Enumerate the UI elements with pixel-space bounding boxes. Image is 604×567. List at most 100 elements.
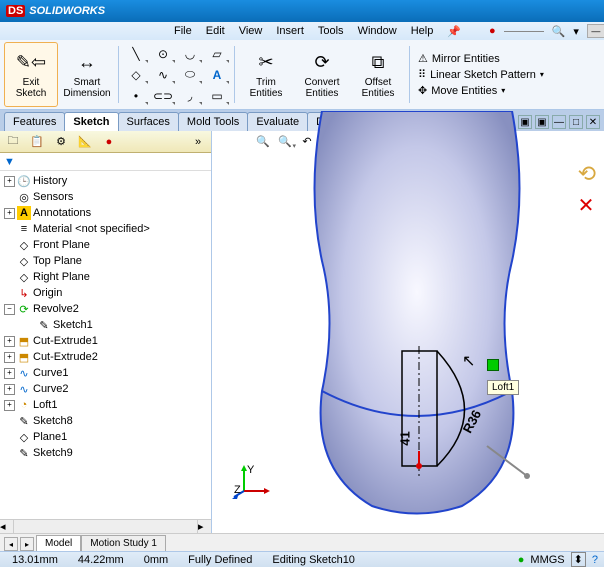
- dimxpert-manager-tab[interactable]: 📐: [74, 133, 96, 151]
- expand-icon[interactable]: +: [4, 400, 15, 411]
- polygon-tool[interactable]: ◇: [123, 65, 149, 85]
- expand-icon[interactable]: +: [4, 176, 15, 187]
- point-tool[interactable]: •: [123, 86, 149, 106]
- tab-scroll-right[interactable]: ▸: [20, 537, 34, 551]
- tab-scroll-left[interactable]: ◂: [4, 537, 18, 551]
- tree-curve2[interactable]: Curve2: [33, 383, 68, 395]
- tree-origin[interactable]: Origin: [33, 287, 62, 299]
- tree-annotations[interactable]: Annotations: [33, 207, 91, 219]
- tree-history[interactable]: History: [33, 175, 67, 187]
- menu-view[interactable]: View: [233, 25, 269, 37]
- tree-cut-extrude2[interactable]: Cut-Extrude2: [33, 351, 98, 363]
- feature-manager-tab[interactable]: 🗀: [2, 133, 24, 151]
- tab-motion-study[interactable]: Motion Study 1: [81, 535, 166, 551]
- fillet-tool[interactable]: ◞: [177, 86, 203, 106]
- ellipse-tool[interactable]: ⬭: [177, 65, 203, 85]
- tree-curve1[interactable]: Curve1: [33, 367, 68, 379]
- cursor-icon: ↖: [462, 351, 475, 371]
- line-tool[interactable]: ╲: [123, 44, 149, 64]
- dock-btn-4[interactable]: □: [569, 115, 583, 129]
- close-manipulator-icon[interactable]: ✕: [578, 193, 596, 218]
- search-icon: 🔍: [546, 25, 572, 38]
- rebuild-icon[interactable]: ●: [518, 554, 525, 566]
- expand-icon[interactable]: +: [4, 368, 15, 379]
- exit-sketch-button[interactable]: ✎⇦ Exit Sketch: [4, 42, 58, 107]
- tooltip-loft: Loft1: [487, 380, 519, 395]
- property-manager-tab[interactable]: 📋: [26, 133, 48, 151]
- tree-plane1[interactable]: Plane1: [33, 431, 67, 443]
- expand-icon[interactable]: +: [4, 352, 15, 363]
- tree-sketch8[interactable]: Sketch8: [33, 415, 73, 427]
- tree-top-plane[interactable]: Top Plane: [33, 255, 82, 267]
- offset-icon: ⧉: [366, 51, 390, 75]
- tree-sketch1[interactable]: Sketch1: [53, 319, 93, 331]
- tree-sensors[interactable]: Sensors: [33, 191, 73, 203]
- dim-height[interactable]: 41: [398, 431, 413, 445]
- dock-btn-3[interactable]: —: [552, 115, 566, 129]
- tree-sketch9[interactable]: Sketch9: [33, 447, 73, 459]
- config-manager-tab[interactable]: ⚙: [50, 133, 72, 151]
- offset-label: Offset Entities: [362, 77, 395, 99]
- display-manager-tab[interactable]: ●: [98, 133, 120, 151]
- arc-tool[interactable]: ◡: [177, 44, 203, 64]
- mirror-entities-button[interactable]: ⚠Mirror Entities: [418, 52, 544, 65]
- status-bar: 13.01mm 44.22mm 0mm Fully Defined Editin…: [0, 551, 604, 567]
- status-x: 13.01mm: [6, 554, 64, 566]
- menu-help[interactable]: Help: [405, 25, 440, 37]
- status-maximize-icon[interactable]: ⬍: [571, 552, 586, 567]
- tab-sketch[interactable]: Sketch: [64, 112, 118, 131]
- linear-pattern-button[interactable]: ⠿Linear Sketch Pattern▾: [418, 68, 544, 81]
- dock-btn-2[interactable]: ▣: [535, 115, 549, 129]
- rotate-manipulator-icon[interactable]: ⟲: [578, 161, 596, 187]
- revolve-icon: ⟳: [17, 302, 31, 316]
- cut-extrude-icon: ⬒: [17, 334, 31, 348]
- tree-revolve2[interactable]: Revolve2: [33, 303, 79, 315]
- tab-surfaces[interactable]: Surfaces: [118, 112, 179, 131]
- search-box[interactable]: ● 🔍▾: [477, 25, 585, 38]
- menu-edit[interactable]: Edit: [200, 25, 231, 37]
- expand-icon[interactable]: +: [4, 208, 15, 219]
- move-entities-button[interactable]: ✥Move Entities▾: [418, 84, 544, 97]
- slot-tool[interactable]: ⊂⊃: [150, 86, 176, 106]
- menu-insert[interactable]: Insert: [270, 25, 310, 37]
- rect-tool[interactable]: ▱: [204, 44, 230, 64]
- tab-features[interactable]: Features: [4, 112, 65, 131]
- tree-front-plane[interactable]: Front Plane: [33, 239, 90, 251]
- zoom-fit-icon[interactable]: 🔍: [252, 132, 274, 150]
- tree-scrollbar[interactable]: ◂▸: [0, 519, 211, 533]
- menu-file[interactable]: File: [168, 25, 198, 37]
- offset-entities-button[interactable]: ⧉ Offset Entities: [351, 42, 405, 107]
- pattern-icon: ⠿: [418, 68, 426, 81]
- dock-btn-5[interactable]: ✕: [586, 115, 600, 129]
- tree-loft1[interactable]: Loft1: [33, 399, 57, 411]
- graphics-area[interactable]: 🔍 🔍 ↶ ✂ 🧊 ▦ 👁 ● ⚙ ⟲ ✕: [212, 131, 604, 533]
- convert-entities-button[interactable]: ⟳ Convert Entities: [295, 42, 349, 107]
- expand-icon[interactable]: +: [4, 384, 15, 395]
- status-help-icon[interactable]: ?: [592, 554, 598, 566]
- tab-model[interactable]: Model: [36, 535, 81, 551]
- panel-toggle[interactable]: »: [187, 133, 209, 151]
- minimize-button[interactable]: —: [587, 24, 604, 38]
- tree-material[interactable]: Material <not specified>: [33, 223, 150, 235]
- collapse-icon[interactable]: −: [4, 304, 15, 315]
- trim-entities-button[interactable]: ✂ Trim Entities: [239, 42, 293, 107]
- zoom-area-icon[interactable]: 🔍: [274, 132, 296, 150]
- tab-evaluate[interactable]: Evaluate: [247, 112, 308, 131]
- text-tool[interactable]: A: [204, 65, 230, 85]
- spline-tool[interactable]: ∿: [150, 65, 176, 85]
- reference-triad[interactable]: YZ: [232, 463, 272, 503]
- status-units[interactable]: MMGS: [530, 554, 564, 566]
- expand-icon[interactable]: +: [4, 336, 15, 347]
- tab-mold-tools[interactable]: Mold Tools: [178, 112, 248, 131]
- tree-cut-extrude1[interactable]: Cut-Extrude1: [33, 335, 98, 347]
- tree-right-plane[interactable]: Right Plane: [33, 271, 90, 283]
- circle-tool[interactable]: ⊙: [150, 44, 176, 64]
- menu-bar: File Edit View Insert Tools Window Help …: [0, 22, 604, 40]
- selection-grip[interactable]: [487, 359, 499, 371]
- smart-dimension-button[interactable]: ↔ Smart Dimension: [60, 42, 114, 107]
- filter-row[interactable]: ▼: [0, 153, 211, 171]
- plane-tool[interactable]: ▭: [204, 86, 230, 106]
- menu-window[interactable]: Window: [352, 25, 403, 37]
- menu-tools[interactable]: Tools: [312, 25, 350, 37]
- menu-pin-icon[interactable]: 📌: [441, 25, 467, 38]
